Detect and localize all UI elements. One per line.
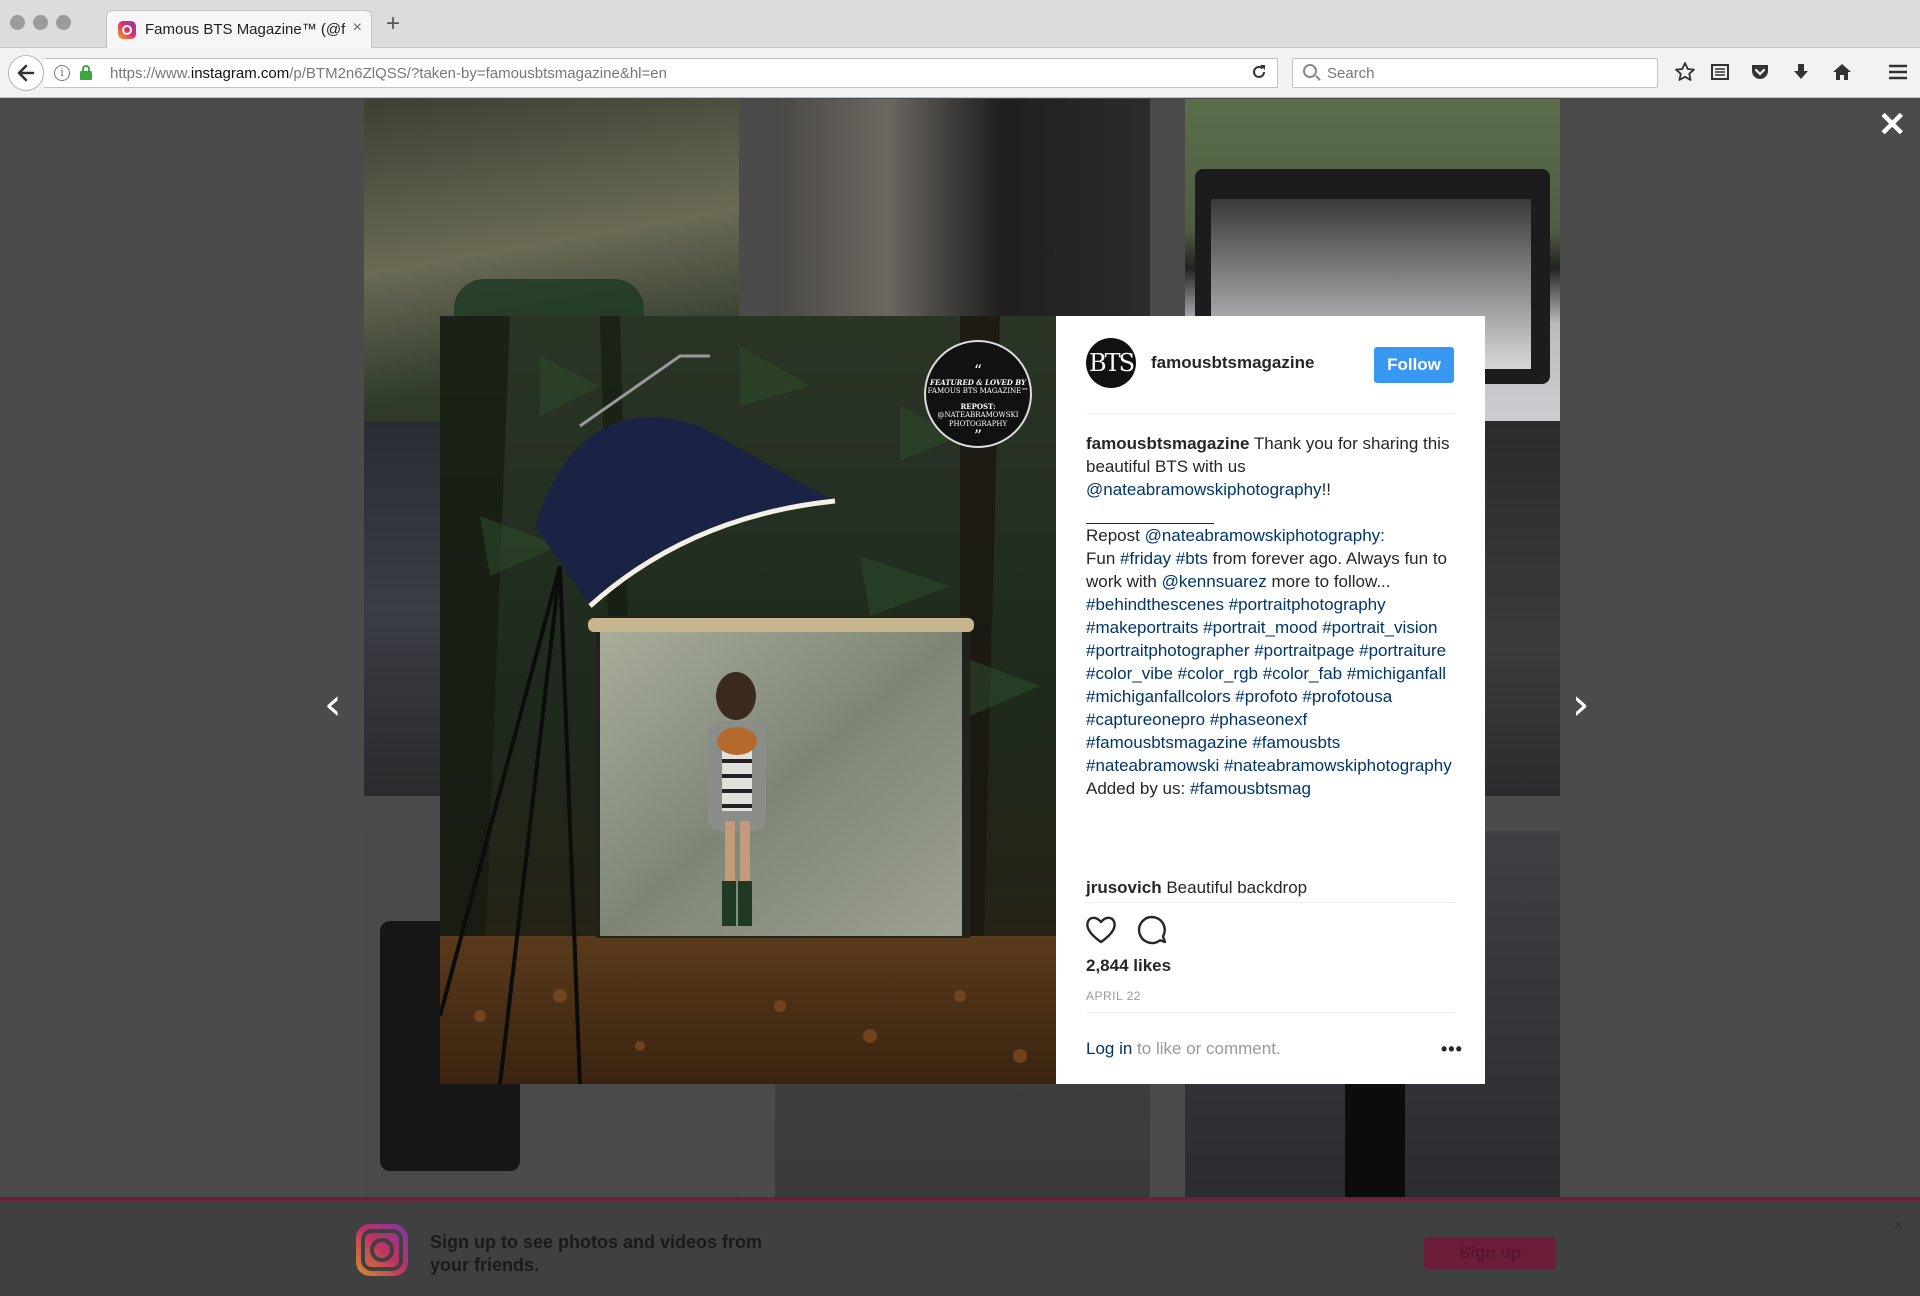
post-detail-panel: BTS famousbtsmagazine Follow famousbtsma…: [1056, 316, 1485, 1084]
avatar[interactable]: BTS: [1086, 338, 1136, 388]
tab-close-icon[interactable]: ×: [353, 19, 362, 37]
hashtag-link[interactable]: #famousbtsmag: [1190, 779, 1311, 798]
likes-count[interactable]: 2,844 likes: [1086, 956, 1171, 976]
caption-author[interactable]: famousbtsmagazine: [1086, 434, 1249, 453]
header-divider: [1086, 413, 1455, 414]
url-bar[interactable]: i https://www.instagram.com/p/BTM2n6ZlQS…: [44, 58, 1278, 88]
download-icon[interactable]: [1791, 62, 1811, 82]
menu-icon[interactable]: [1888, 63, 1908, 81]
info-icon[interactable]: i: [54, 65, 70, 81]
comment-icon[interactable]: [1136, 914, 1168, 946]
comment-username[interactable]: jrusovich: [1086, 878, 1162, 897]
reload-icon[interactable]: [1250, 63, 1268, 81]
pocket-icon[interactable]: [1750, 62, 1770, 82]
more-options-icon[interactable]: •••: [1441, 1039, 1463, 1060]
login-link[interactable]: Log in: [1086, 1039, 1132, 1058]
signup-banner: Sign up to see photos and videos from yo…: [0, 1197, 1920, 1296]
comments-divider: [1086, 902, 1455, 903]
comment: jrusovich Beautiful backdrop: [1086, 878, 1308, 897]
hashtag-link[interactable]: #bts: [1176, 549, 1208, 568]
new-tab-button[interactable]: +: [386, 12, 400, 36]
login-prompt: Log in to like or comment.: [1086, 1039, 1281, 1058]
heart-icon[interactable]: [1084, 913, 1118, 947]
search-bar[interactable]: Search: [1292, 58, 1658, 88]
post-date[interactable]: APRIL 22: [1086, 989, 1141, 1003]
reading-list-icon[interactable]: [1710, 62, 1730, 82]
hashtag-list[interactable]: #behindthescenes #portraitphotography #m…: [1086, 595, 1452, 775]
close-banner-icon[interactable]: ×: [1894, 1217, 1903, 1235]
post-photo[interactable]: “ FEATURED & LOVED BY FAMOUS BTS MAGAZIN…: [440, 316, 1056, 1084]
post-modal: “ FEATURED & LOVED BY FAMOUS BTS MAGAZIN…: [440, 316, 1485, 1084]
featured-badge: “ FEATURED & LOVED BY FAMOUS BTS MAGAZIN…: [924, 340, 1032, 448]
close-window-button[interactable]: [10, 15, 25, 30]
follow-button[interactable]: Follow: [1374, 347, 1454, 383]
back-button[interactable]: [8, 55, 44, 91]
mention-link[interactable]: @nateabramowskiphotography: [1145, 526, 1381, 545]
url-text[interactable]: https://www.instagram.com/p/BTM2n6ZlQSS/…: [110, 65, 667, 82]
browser-tab[interactable]: Famous BTS Magazine™ (@f ×: [106, 10, 372, 48]
browser-nav-bar: i https://www.instagram.com/p/BTM2n6ZlQS…: [0, 48, 1920, 98]
search-placeholder: Search: [1327, 65, 1375, 82]
caption-separator: [1086, 501, 1214, 524]
mention-link[interactable]: @nateabramowskiphotography: [1086, 480, 1322, 499]
tab-title: Famous BTS Magazine™ (@f: [145, 21, 345, 38]
browser-tab-bar: Famous BTS Magazine™ (@f × +: [0, 0, 1920, 48]
instagram-favicon-icon: [118, 21, 136, 39]
close-overlay-icon[interactable]: ✕: [1878, 108, 1907, 142]
lock-icon[interactable]: [80, 65, 92, 80]
footer-divider: [1086, 1012, 1455, 1013]
instagram-logo-icon: [356, 1224, 408, 1276]
minimize-window-button[interactable]: [33, 15, 48, 30]
post-caption: famousbtsmagazine Thank you for sharing …: [1086, 434, 1452, 798]
zoom-window-button[interactable]: [56, 15, 71, 30]
back-arrow-icon: [17, 64, 35, 82]
signup-text: Sign up to see photos and videos from yo…: [430, 1232, 763, 1275]
signup-button[interactable]: Sign up: [1424, 1237, 1556, 1269]
hashtag-link[interactable]: #friday: [1120, 549, 1171, 568]
next-post-arrow-icon[interactable]: ›: [1572, 683, 1590, 727]
bookmark-star-icon[interactable]: [1674, 61, 1696, 83]
search-icon: [1303, 64, 1317, 78]
home-icon[interactable]: [1832, 62, 1852, 82]
previous-post-arrow-icon[interactable]: ‹: [324, 683, 342, 727]
post-username[interactable]: famousbtsmagazine: [1151, 353, 1314, 373]
mention-link[interactable]: @kennsuarez: [1162, 572, 1267, 591]
